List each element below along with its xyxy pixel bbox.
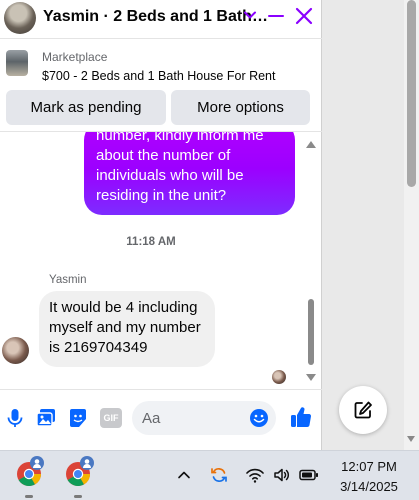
chevron-down-icon[interactable]	[243, 8, 257, 22]
photo-icon[interactable]	[35, 407, 57, 429]
new-message-button[interactable]	[339, 386, 387, 434]
listing-label: Marketplace	[42, 50, 108, 64]
more-options-button[interactable]: More options	[171, 90, 310, 125]
scroll-up-arrow[interactable]	[306, 141, 316, 148]
incoming-message: It would be 4 including myself and my nu…	[39, 291, 215, 367]
marketplace-listing[interactable]: Marketplace $700 - 2 Beds and 1 Bath Hou…	[0, 38, 322, 88]
new-message-icon	[354, 401, 372, 419]
sender-name: Yasmin	[49, 274, 87, 286]
clock-date: 3/14/2025	[340, 479, 398, 494]
listing-title: $700 - 2 Beds and 1 Bath House For Rent	[42, 69, 276, 83]
message-input-wrapper	[132, 401, 276, 435]
chat-window: Yasmin · 2 Beds and 1 Bath… Marketplace …	[0, 0, 322, 450]
outgoing-message-line: number, kindly inform me	[96, 132, 264, 144]
wifi-icon[interactable]	[245, 465, 265, 485]
scroll-down-arrow[interactable]	[306, 374, 316, 381]
thumbs-up-icon[interactable]	[289, 405, 313, 429]
close-icon[interactable]	[295, 7, 313, 25]
incoming-message-line: is 2169704349	[49, 339, 148, 356]
seen-indicator-avatar	[272, 370, 286, 384]
minimize-icon[interactable]	[268, 15, 284, 17]
outgoing-message-line: residing in the unit?	[96, 187, 227, 204]
mark-as-pending-button[interactable]: Mark as pending	[6, 90, 166, 125]
sticker-icon[interactable]	[67, 407, 89, 429]
message-input[interactable]	[142, 408, 242, 428]
profile-badge-icon	[80, 456, 94, 470]
clock-time: 12:07 PM	[341, 459, 397, 474]
message-timestamp: 11:18 AM	[126, 236, 176, 248]
listing-thumbnail	[6, 50, 28, 76]
chevron-up-icon[interactable]	[177, 468, 191, 482]
outgoing-message-line: individuals who will be	[96, 167, 244, 184]
incoming-message-line: It would be 4 including	[49, 299, 198, 316]
running-indicator	[25, 495, 33, 498]
microphone-icon[interactable]	[4, 407, 26, 429]
sync-icon[interactable]	[209, 465, 229, 485]
outgoing-message-line: about the number of	[96, 147, 231, 164]
profile-badge-icon	[30, 456, 44, 470]
gif-icon[interactable]: GIF	[100, 408, 122, 428]
taskbar: 12:07 PM 3/14/2025	[0, 450, 419, 500]
outgoing-message: number, kindly inform me about the numbe…	[84, 132, 295, 215]
incoming-message-line: myself and my number	[49, 319, 201, 336]
composer: GIF	[0, 389, 322, 447]
contact-avatar[interactable]	[4, 2, 36, 34]
page-scroll-down-arrow[interactable]	[407, 436, 415, 442]
chat-title[interactable]: Yasmin · 2 Beds and 1 Bath…	[43, 8, 268, 26]
chat-header: Yasmin · 2 Beds and 1 Bath…	[0, 0, 322, 36]
message-list: number, kindly inform me about the numbe…	[0, 132, 302, 387]
sender-avatar[interactable]	[2, 337, 29, 364]
page-scrollbar-thumb[interactable]	[407, 0, 416, 187]
volume-icon[interactable]	[272, 465, 292, 485]
emoji-icon[interactable]	[249, 408, 269, 428]
chat-scrollbar-thumb[interactable]	[308, 299, 314, 365]
running-indicator	[74, 495, 82, 498]
page-scrollbar[interactable]	[404, 0, 419, 450]
battery-icon[interactable]	[298, 465, 320, 485]
system-clock[interactable]: 12:07 PM 3/14/2025	[331, 457, 407, 497]
